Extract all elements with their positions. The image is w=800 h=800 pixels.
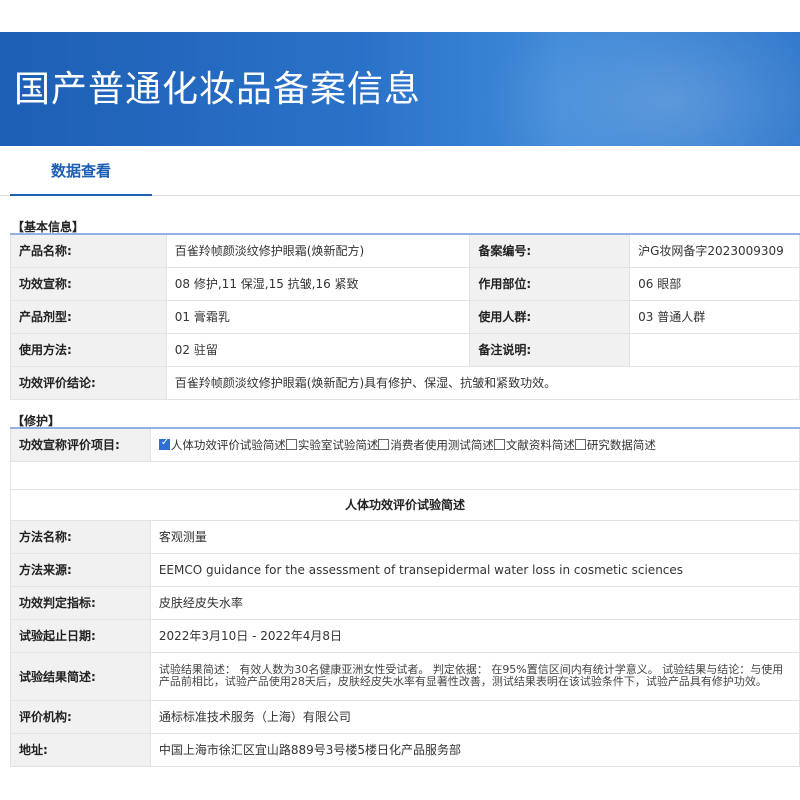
checkbox-consumer-test[interactable] [378, 438, 390, 450]
record-no-value: 沪G妆网备字2023009309 [629, 233, 800, 268]
table-row: 产品剂型: 01 膏霜乳 使用人群: 03 普通人群 [10, 299, 800, 334]
checkbox-research-data[interactable] [574, 438, 586, 450]
table-row: 评价机构: 通标标准技术服务（上海）有限公司 [10, 699, 800, 734]
checkbox-literature[interactable] [493, 438, 505, 450]
dates-value: 2022年3月10日 - 2022年4月8日 [149, 618, 800, 653]
dates-label: 试验起止日期: [10, 618, 151, 653]
header-banner: 国产普通化妆品备案信息 [0, 32, 800, 146]
option-label: 消费者使用测试简述 [390, 437, 494, 452]
option-label: 人体功效评价试验简述 [170, 437, 286, 452]
efficacy-label: 功效宣称: [10, 266, 167, 301]
basic-info-table: 产品名称: 百雀羚帧颜淡纹修护眼霜(焕新配方) 备案编号: 沪G妆网备字2023… [10, 233, 800, 400]
crowd-value: 03 普通人群 [629, 299, 800, 334]
usage-value: 02 驻留 [165, 332, 471, 367]
source-label: 方法来源: [10, 552, 151, 587]
subheading-row: 人体功效评价试验简述 [10, 488, 800, 521]
table-row: 使用方法: 02 驻留 备注说明: [10, 332, 800, 367]
table-row: 功效宣称评价项目: 人体功效评价试验简述实验室试验简述消费者使用测试简述文献资料… [10, 427, 800, 462]
form-value: 01 膏霜乳 [165, 299, 471, 334]
items-options: 人体功效评价试验简述实验室试验简述消费者使用测试简述文献资料简述研究数据简述 [149, 427, 800, 462]
table-row: 方法来源: EEMCO guidance for the assessment … [10, 552, 800, 587]
remark-label: 备注说明: [469, 332, 631, 367]
page-title: 国产普通化妆品备案信息 [14, 69, 422, 110]
table-row: 功效判定指标: 皮肤经皮失水率 [10, 585, 800, 620]
site-value: 06 眼部 [629, 266, 800, 301]
indicator-value: 皮肤经皮失水率 [149, 585, 800, 620]
table-row: 试验结果简述: 试验结果简述： 有效人数为30名健康亚洲女性受试者。 判定依据：… [10, 651, 800, 701]
repair-table: 功效宣称评价项目: 人体功效评价试验简述实验室试验简述消费者使用测试简述文献资料… [10, 427, 800, 767]
table-row: 功效评价结论: 百雀羚帧颜淡纹修护眼霜(焕新配方)具有修护、保湿、抗皱和紧致功效… [10, 365, 800, 400]
product-name-value: 百雀羚帧颜淡纹修护眼霜(焕新配方) [165, 233, 471, 268]
org-label: 评价机构: [10, 699, 151, 734]
usage-label: 使用方法: [10, 332, 167, 367]
method-value: 客观测量 [149, 519, 800, 554]
site-label: 作用部位: [469, 266, 631, 301]
method-label: 方法名称: [10, 519, 151, 554]
table-row: 地址: 中国上海市徐汇区宜山路889号3号楼5楼日化产品服务部 [10, 732, 800, 767]
address-label: 地址: [10, 732, 151, 767]
trial-subheading: 人体功效评价试验简述 [10, 488, 800, 521]
conclusion-value: 百雀羚帧颜淡纹修护眼霜(焕新配方)具有修护、保湿、抗皱和紧致功效。 [165, 365, 800, 400]
conclusion-label: 功效评价结论: [10, 365, 167, 400]
option-label: 研究数据简述 [586, 437, 656, 452]
form-label: 产品剂型: [10, 299, 167, 334]
table-row: 方法名称: 客观测量 [10, 519, 800, 554]
efficacy-value: 08 修护,11 保湿,15 抗皱,16 紧致 [165, 266, 471, 301]
table-row: 功效宣称: 08 修护,11 保湿,15 抗皱,16 紧致 作用部位: 06 眼… [10, 266, 800, 301]
source-value: EEMCO guidance for the assessment of tra… [149, 552, 800, 587]
checkbox-human-trial[interactable] [158, 437, 170, 450]
address-value: 中国上海市徐汇区宜山路889号3号楼5楼日化产品服务部 [149, 732, 800, 767]
org-value: 通标标准技术服务（上海）有限公司 [149, 699, 800, 734]
tab-data-view[interactable]: 数据查看 [10, 146, 152, 196]
option-label: 文献资料简述 [505, 437, 575, 452]
product-name-label: 产品名称: [10, 233, 167, 268]
top-strip [0, 0, 800, 32]
table-row: 试验起止日期: 2022年3月10日 - 2022年4月8日 [10, 618, 800, 653]
crowd-label: 使用人群: [469, 299, 631, 334]
items-label: 功效宣称评价项目: [10, 427, 151, 462]
summary-label: 试验结果简述: [10, 651, 151, 701]
remark-value [629, 332, 800, 367]
tab-bar: 数据查看 [0, 146, 800, 196]
table-row: 产品名称: 百雀羚帧颜淡纹修护眼霜(焕新配方) 备案编号: 沪G妆网备字2023… [10, 233, 800, 268]
indicator-label: 功效判定指标: [10, 585, 151, 620]
checkbox-lab-test[interactable] [285, 438, 297, 450]
record-no-label: 备案编号: [469, 233, 631, 268]
summary-value: 试验结果简述： 有效人数为30名健康亚洲女性受试者。 判定依据： 在95%置信区… [149, 651, 800, 701]
option-label: 实验室试验简述 [297, 437, 379, 452]
spacer-row [10, 460, 800, 490]
